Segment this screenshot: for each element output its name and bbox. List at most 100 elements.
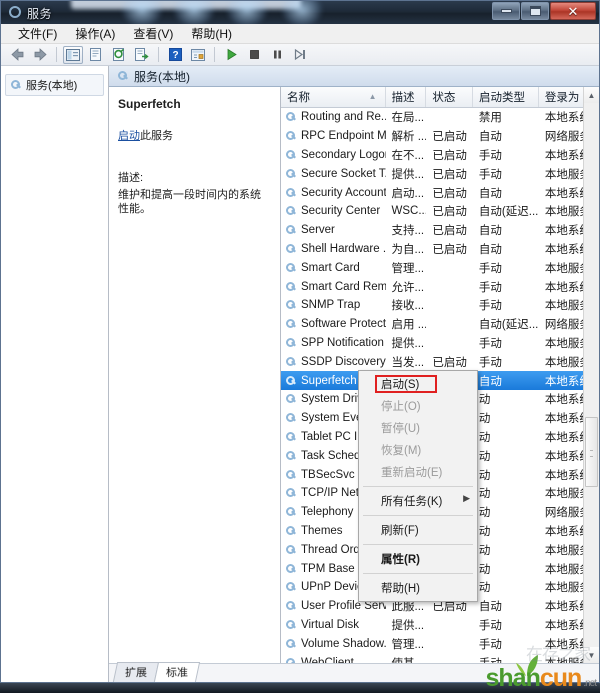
table-row[interactable]: Software Protect...启用 ...自动(延迟...网络服务 <box>281 315 599 334</box>
description-label: 接收... <box>391 300 425 313</box>
cell-service-name: RPC Endpoint M... <box>281 130 386 142</box>
stop-service-icon[interactable] <box>244 46 264 64</box>
table-row[interactable]: Shell Hardware ... 为自... 已启动 自动 本地系统 <box>281 240 599 259</box>
cell-startup-type: 自动(延迟... <box>473 316 539 332</box>
cell-startup-type: 自动(延迟... <box>473 203 539 219</box>
cell-startup-type: 动 <box>473 523 539 539</box>
show-hide-tree-icon[interactable] <box>63 45 83 64</box>
scrollbar-thumb[interactable] <box>585 417 598 487</box>
cell-startup-type: 手动 <box>473 636 539 652</box>
status-label: 已启动 <box>432 131 467 144</box>
pause-service-icon[interactable] <box>267 46 287 64</box>
column-header-description[interactable]: 描述 <box>386 87 427 107</box>
cell-startup-type: 手动 <box>473 354 539 370</box>
export-list-icon[interactable] <box>86 46 106 64</box>
table-row[interactable]: Secondary Logon 在不... 已启动 手动 本地系统 <box>281 146 599 165</box>
menu-file[interactable]: 文件(F) <box>9 23 66 44</box>
tree-node-services-local[interactable]: 服务(本地) <box>5 74 104 96</box>
table-row[interactable]: SSDP Discovery 当发... 已启动 手动 本地服务 <box>281 352 599 371</box>
properties-icon[interactable] <box>188 46 208 64</box>
startup-type-label: 动 <box>478 582 491 595</box>
services-icon <box>9 6 21 18</box>
ctx-refresh[interactable]: 刷新(F) <box>359 519 477 541</box>
cell-service-name: Secondary Logon <box>281 149 386 161</box>
services-icon <box>285 243 297 255</box>
startup-type-label: 动 <box>478 469 491 482</box>
export-icon[interactable] <box>132 46 152 64</box>
tab-extended[interactable]: 扩展 <box>112 662 160 682</box>
menu-help[interactable]: 帮助(H) <box>182 23 241 44</box>
startup-type-label: 禁用 <box>478 112 502 125</box>
cell-service-name: Smart Card <box>281 262 386 274</box>
table-row[interactable]: Virtual Disk 提供... 手动 本地系统 <box>281 616 599 635</box>
table-row[interactable]: Smart Card Rem...允许...手动本地系统 <box>281 277 599 296</box>
services-icon <box>10 79 22 91</box>
cell-description: 允许... <box>386 279 427 295</box>
scroll-down-button[interactable]: ▼ <box>584 647 599 663</box>
menu-bar: 文件(F) 操作(A) 查看(V) 帮助(H) <box>1 24 599 44</box>
start-service-icon[interactable] <box>221 46 241 64</box>
service-name-label: Security Account... <box>301 186 386 199</box>
cell-startup-type: 动 <box>473 561 539 577</box>
help-icon[interactable]: ? <box>165 46 185 64</box>
cell-startup-type: 自动 <box>473 185 539 201</box>
forward-arrow-icon[interactable] <box>30 46 50 64</box>
tab-standard[interactable]: 标准 <box>153 662 201 682</box>
column-header-status[interactable]: 状态 <box>426 87 473 107</box>
service-name-label: Secure Socket T... <box>301 167 386 180</box>
description-label: 在不... <box>391 149 425 162</box>
ctx-start[interactable]: 启动(S) <box>359 373 477 395</box>
ctx-all-tasks[interactable]: 所有任务(K) ▶ <box>359 490 477 512</box>
column-header-name[interactable]: 名称 ▲ <box>281 87 386 107</box>
list-column-headers: 名称 ▲ 描述 状态 启动类型 登录为 <box>281 87 599 108</box>
restart-service-icon[interactable] <box>290 46 310 64</box>
table-row[interactable]: WebClient使基...手动本地服务 <box>281 653 599 663</box>
table-row[interactable]: Security Account...启动...已启动自动本地系统 <box>281 183 599 202</box>
service-name-label: Volume Shadow... <box>301 637 386 650</box>
table-row[interactable]: Server 支持... 已启动 自动 本地系统 <box>281 221 599 240</box>
context-menu-separator <box>363 573 473 574</box>
submenu-arrow-icon: ▶ <box>463 493 470 503</box>
ctx-help[interactable]: 帮助(H) <box>359 577 477 599</box>
service-name-label: Shell Hardware ... <box>301 242 386 255</box>
refresh-icon[interactable] <box>109 46 129 64</box>
close-button[interactable]: ✕ <box>550 2 596 20</box>
ctx-restart: 重新启动(E) <box>359 461 477 483</box>
column-header-startup-type[interactable]: 启动类型 <box>473 87 539 107</box>
context-menu[interactable]: 启动(S) 停止(O) 暂停(U) 恢复(M) 重新启动(E) 所有任务(K) ▶ 刷新(F)… <box>358 370 478 602</box>
tab-extended-label: 扩展 <box>125 667 147 679</box>
services-icon <box>285 544 297 556</box>
table-row[interactable]: Smart Card 管理... 手动 本地服务 <box>281 258 599 277</box>
table-row[interactable]: RPC Endpoint M...解析 ...已启动自动网络服务 <box>281 127 599 146</box>
table-row[interactable]: SPP Notification ...提供...手动本地服务 <box>281 334 599 353</box>
window-titlebar[interactable]: 服务 ✕ <box>1 1 599 24</box>
minimize-button[interactable] <box>492 2 520 20</box>
description-label: 启用 ... <box>391 319 427 332</box>
minimize-icon <box>500 9 512 13</box>
table-row[interactable]: Routing and Re... 在局... 禁用 本地系统 <box>281 108 599 127</box>
scroll-up-button[interactable]: ▲ <box>584 87 599 103</box>
services-icon <box>285 393 297 405</box>
results-pane-title: 服务(本地) <box>134 69 190 84</box>
description-label: 允许... <box>391 281 425 294</box>
status-label: 已启动 <box>432 149 467 162</box>
menu-view[interactable]: 查看(V) <box>124 23 182 44</box>
menu-action[interactable]: 操作(A) <box>66 23 124 44</box>
cell-startup-type: 动 <box>473 429 539 445</box>
list-vertical-scrollbar[interactable]: ▲ ▼ <box>583 87 599 663</box>
start-service-link[interactable]: 启动 <box>118 130 140 142</box>
cell-startup-type: 手动 <box>473 260 539 276</box>
cell-service-name: Smart Card Rem... <box>281 281 386 293</box>
cell-service-name: Secure Socket T... <box>281 168 386 180</box>
cell-startup-type: 动 <box>473 504 539 520</box>
toolbar-separator-1 <box>56 47 57 62</box>
back-arrow-icon[interactable] <box>7 46 27 64</box>
maximize-button[interactable] <box>521 2 549 20</box>
window-controls: ✕ <box>492 2 596 20</box>
table-row[interactable]: Security Center WSC... 已启动 自动(延迟... 本地服务 <box>281 202 599 221</box>
table-row[interactable]: Secure Socket T... 提供... 已启动 手动 本地服务 <box>281 164 599 183</box>
table-row[interactable]: SNMP Trap 接收... 手动 本地服务 <box>281 296 599 315</box>
description-label: 在局... <box>391 112 425 125</box>
table-row[interactable]: Volume Shadow... 管理... 手动 本地系统 <box>281 634 599 653</box>
ctx-properties[interactable]: 属性(R) <box>359 548 477 570</box>
